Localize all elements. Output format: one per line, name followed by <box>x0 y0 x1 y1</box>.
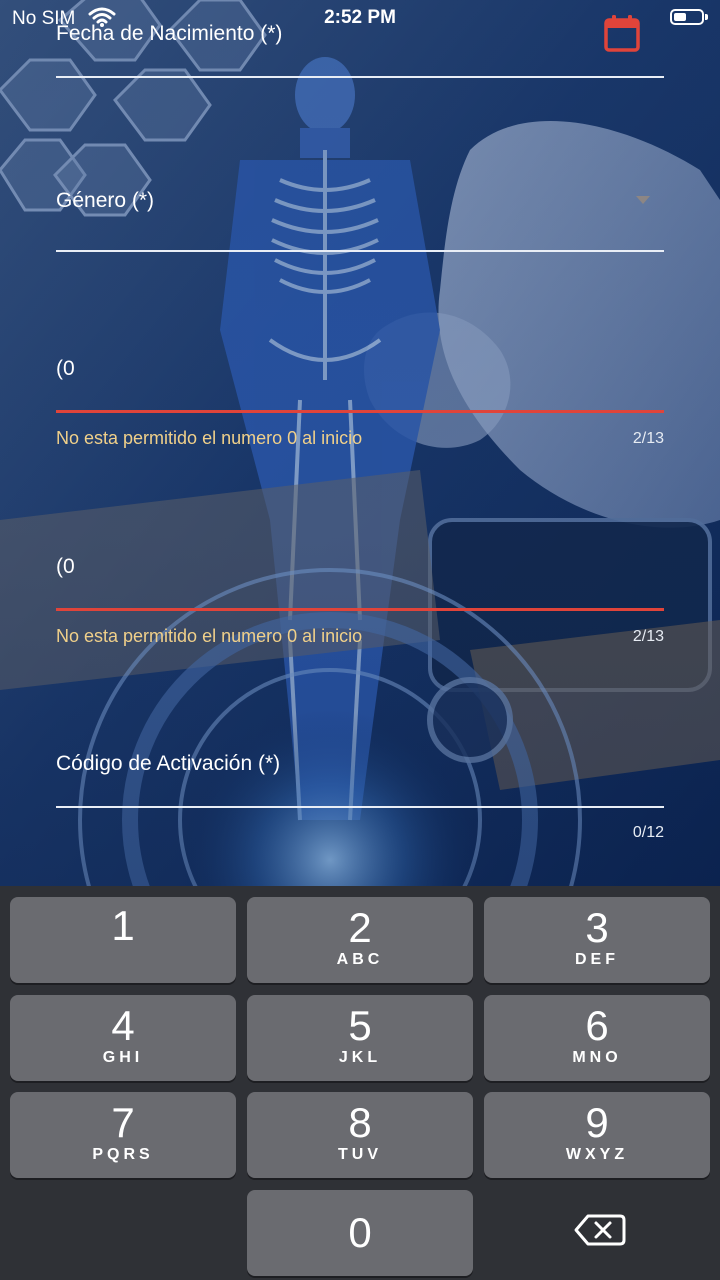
key-6[interactable]: 6 MNO <box>484 995 710 1081</box>
battery-level <box>674 13 686 21</box>
key-2-number: 2 <box>348 904 372 951</box>
key-8-letters: TUV <box>338 1146 382 1163</box>
key-2[interactable]: 2 ABC <box>247 897 473 983</box>
key-8[interactable]: 8 TUV <box>247 1092 473 1178</box>
key-6-letters: MNO <box>572 1049 622 1066</box>
activation-code-label: Código de Activación (*) <box>56 752 281 775</box>
phone-1-input[interactable]: (0 <box>56 357 75 381</box>
battery-icon <box>670 9 708 25</box>
key-9-number: 9 <box>585 1099 609 1146</box>
phone-2-error-text: No esta permitido el numero 0 al inicio <box>56 626 363 646</box>
activation-code-char-counter: 0/12 <box>632 824 664 841</box>
key-5[interactable]: 5 JKL <box>247 995 473 1081</box>
phone-2-underline <box>56 608 664 611</box>
key-4[interactable]: 4 GHI <box>10 995 236 1081</box>
registration-form: Fecha de Nacimiento (*) Género (*) (0 No… <box>0 0 720 886</box>
key-4-letters: GHI <box>102 1049 144 1066</box>
activation-code-underline <box>56 806 664 808</box>
phone-2-char-counter: 2/13 <box>632 628 664 645</box>
backspace-icon[interactable] <box>572 1210 628 1250</box>
key-7-number: 7 <box>111 1099 135 1146</box>
phone-1-char-counter: 2/13 <box>632 430 664 447</box>
gender-underline <box>56 250 664 252</box>
key-7[interactable]: 7 PQRS <box>10 1092 236 1178</box>
key-0-number: 0 <box>348 1209 372 1256</box>
key-0[interactable]: 0 <box>247 1190 473 1276</box>
key-5-number: 5 <box>348 1002 372 1049</box>
key-3-number: 3 <box>585 904 609 951</box>
key-1[interactable]: 1 <box>10 897 236 983</box>
key-2-letters: ABC <box>336 951 384 968</box>
key-4-number: 4 <box>111 1002 135 1049</box>
key-5-letters: JKL <box>338 1049 382 1066</box>
status-bar: No SIM 2:52 PM <box>0 0 720 36</box>
gender-label: Género (*) <box>56 189 155 212</box>
key-6-number: 6 <box>585 1002 609 1049</box>
phone-2-input[interactable]: (0 <box>56 555 75 579</box>
birth-date-underline <box>56 76 664 78</box>
key-9-letters: WXYZ <box>565 1146 629 1163</box>
clock: 2:52 PM <box>324 7 396 28</box>
battery-cap <box>705 14 708 20</box>
key-9[interactable]: 9 WXYZ <box>484 1092 710 1178</box>
key-3[interactable]: 3 DEF <box>484 897 710 983</box>
phone-1-underline <box>56 410 664 413</box>
phone-1-error-text: No esta permitido el numero 0 al inicio <box>56 428 363 448</box>
key-1-number: 1 <box>111 902 135 949</box>
dropdown-arrow-icon[interactable] <box>636 196 650 204</box>
key-7-letters: PQRS <box>92 1146 154 1163</box>
key-8-number: 8 <box>348 1099 372 1146</box>
key-3-letters: DEF <box>575 951 619 968</box>
